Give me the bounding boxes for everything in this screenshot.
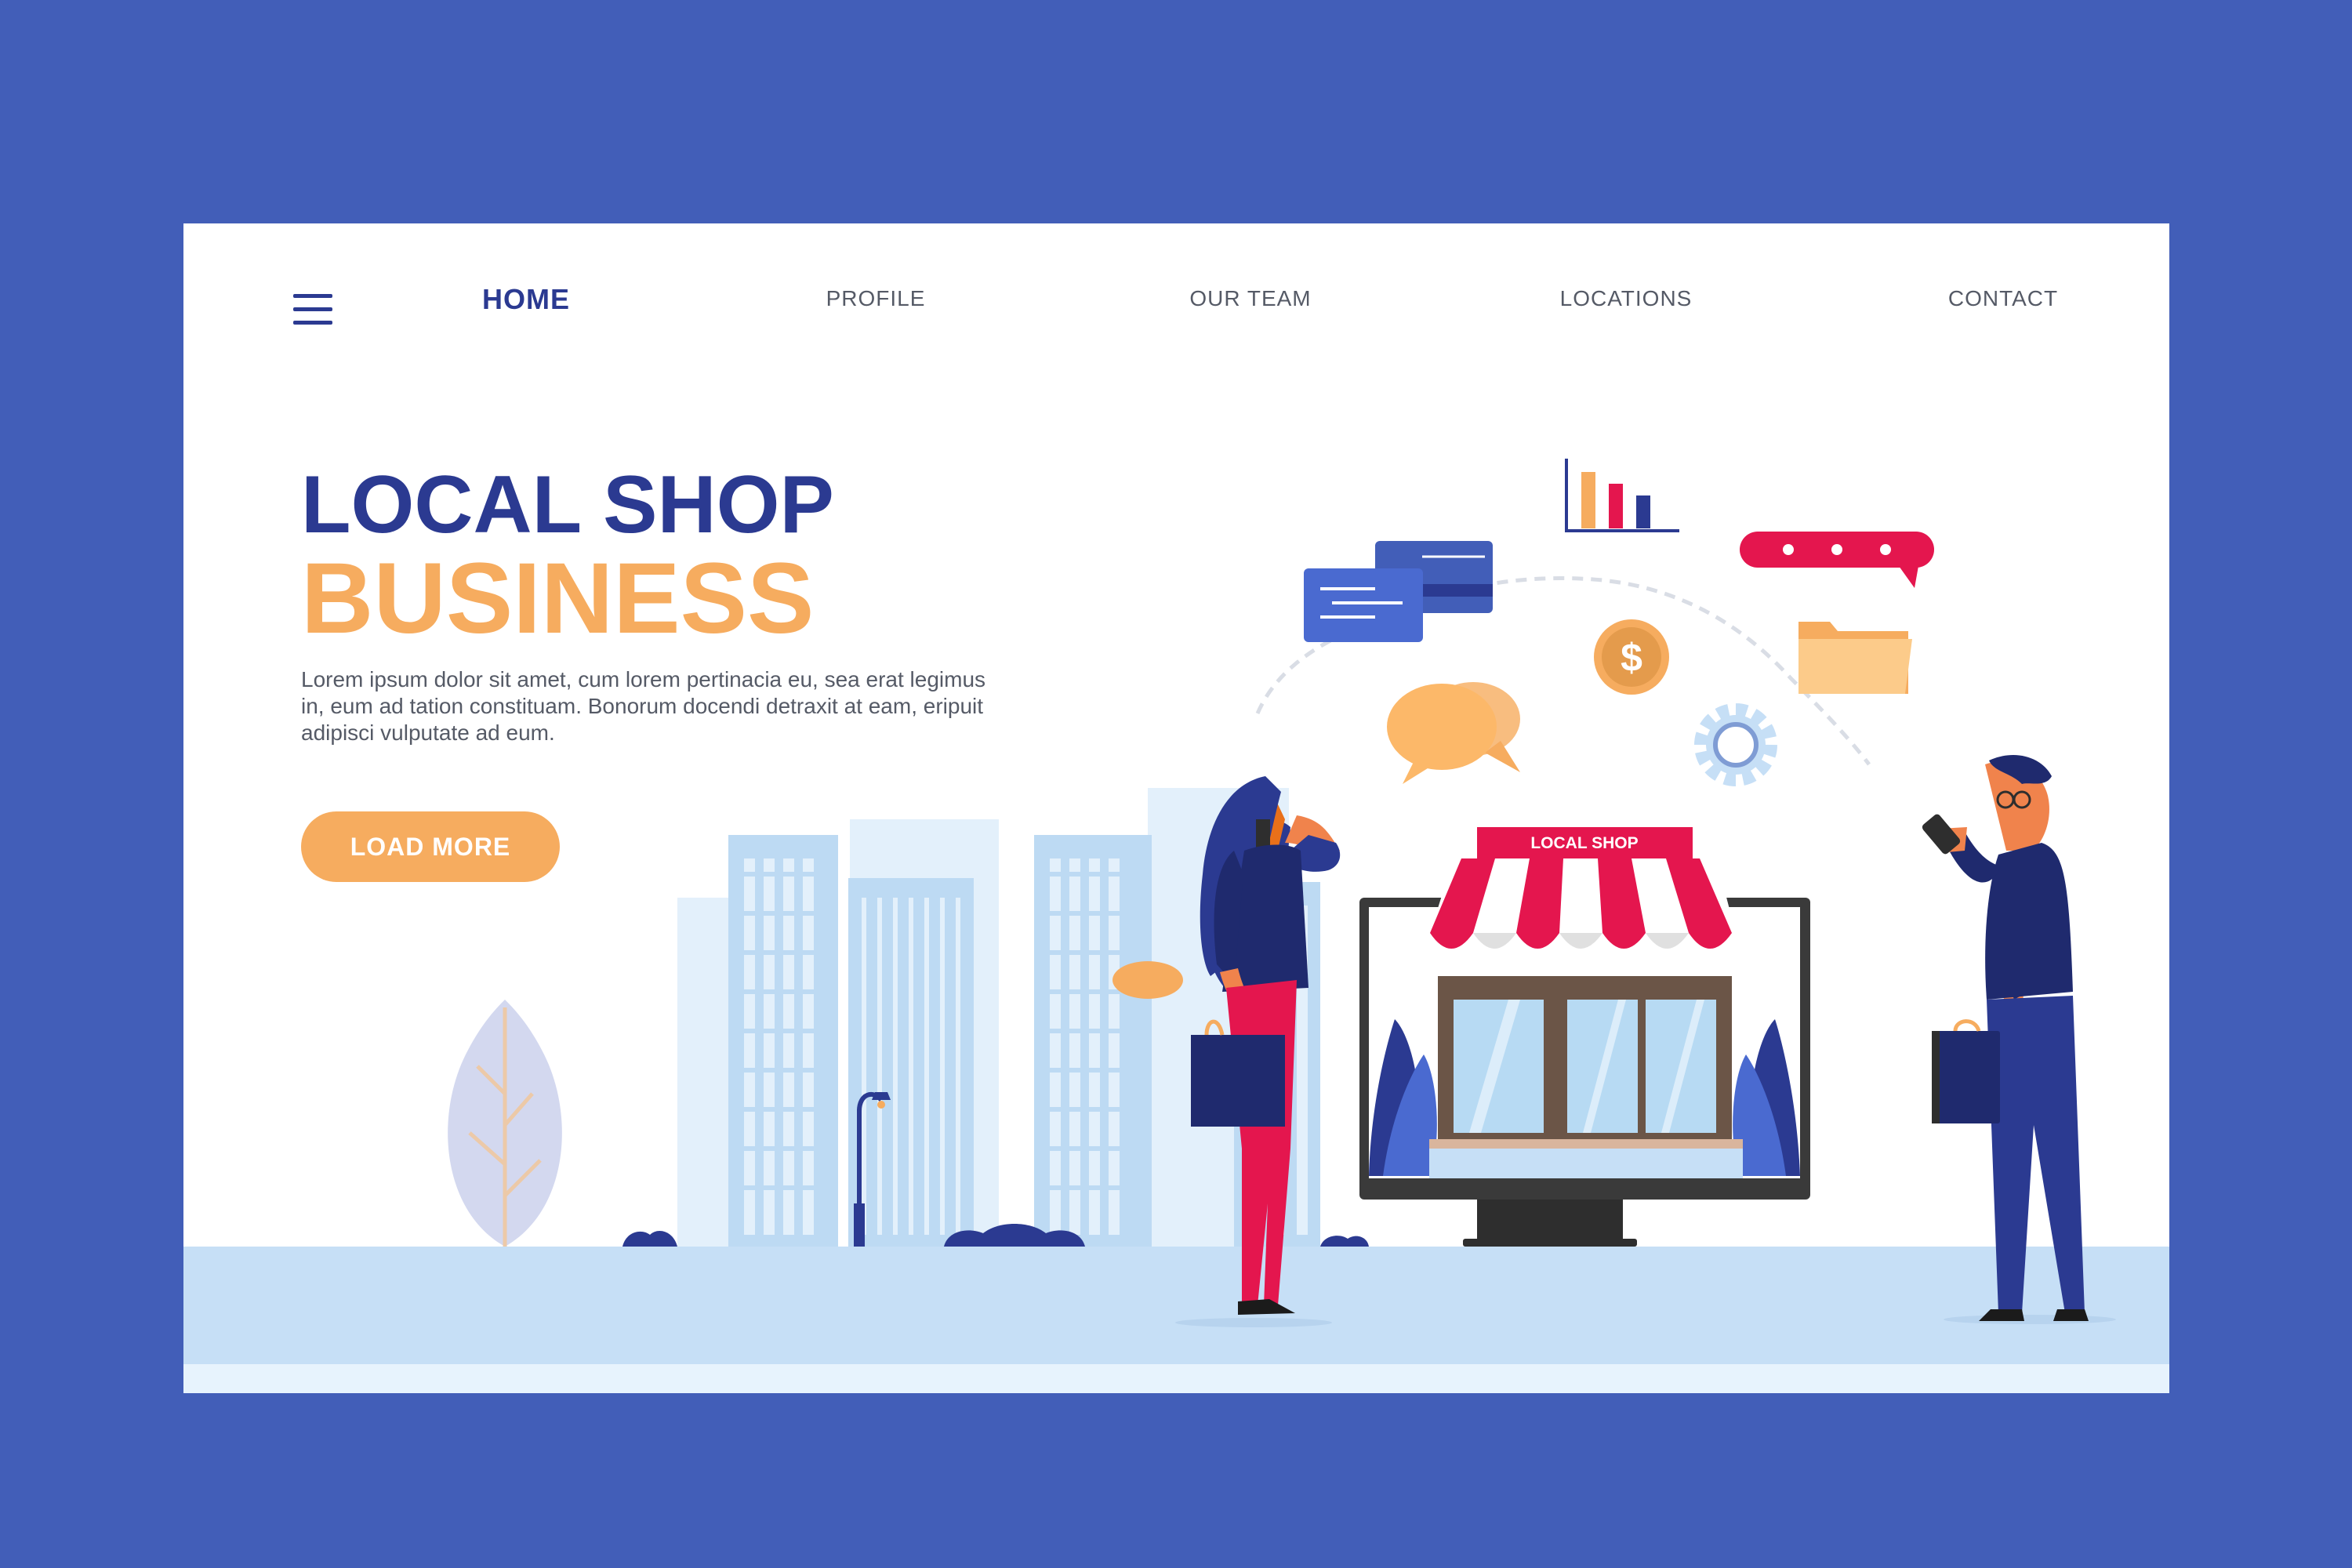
- speech-bubbles-icon: [1387, 682, 1520, 784]
- hero-title-line1: LOCAL SHOP: [301, 459, 834, 550]
- bar-chart-icon: [1565, 459, 1679, 532]
- landing-page-card: HOME PROFILE OUR TEAM LOCATIONS CONTACT: [183, 223, 2169, 1393]
- ground-edge: [183, 1364, 2169, 1393]
- bush: [622, 1231, 677, 1247]
- chat-bubble-icon: [1740, 532, 1934, 588]
- shop-sign-text: LOCAL SHOP: [1530, 834, 1638, 852]
- ground: [183, 1247, 2169, 1364]
- bush: [1320, 1236, 1369, 1247]
- svg-text:$: $: [1621, 636, 1642, 680]
- dollar-coin-icon: $: [1594, 619, 1669, 695]
- local-shop-building: LOCAL SHOP: [1429, 827, 1743, 1178]
- hero-illustration: $ LOCAL SHOP: [183, 459, 2169, 1393]
- tree-decoration: [448, 1000, 562, 1247]
- credit-card-icon: [1304, 541, 1493, 642]
- folder-icon: [1798, 622, 1912, 694]
- hero-title-line2: BUSINESS: [301, 543, 815, 655]
- hero-description: Lorem ipsum dolor sit amet, cum lorem pe…: [301, 667, 986, 745]
- gear-icon: [1694, 703, 1777, 786]
- man-customer: [1922, 754, 2116, 1324]
- load-more-button[interactable]: LOAD MORE: [301, 811, 560, 882]
